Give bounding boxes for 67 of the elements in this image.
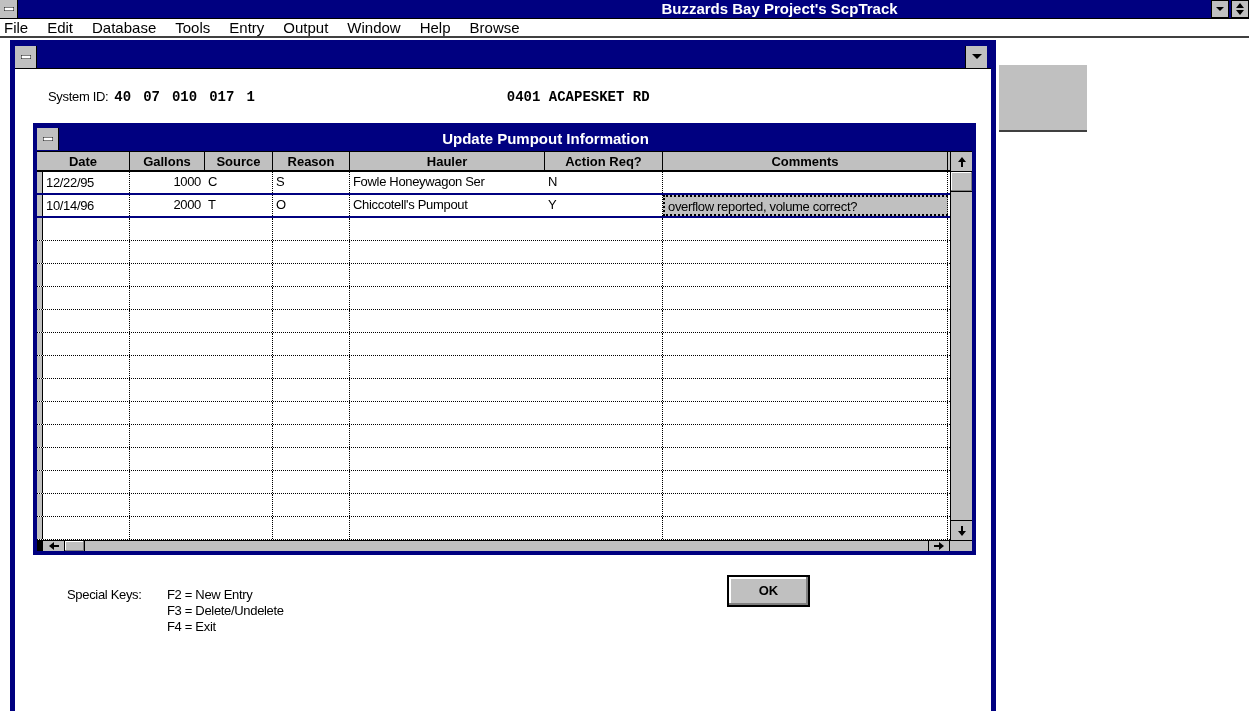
menu-item[interactable]: Help [419,18,451,37]
row-selector[interactable] [37,264,43,286]
row-selector[interactable] [37,287,43,309]
scroll-thumb[interactable] [65,541,85,551]
column-header[interactable]: Action Req? [545,152,663,170]
column-header[interactable]: Gallons [130,152,205,170]
menu-item[interactable]: Edit [47,18,74,37]
row-selector[interactable] [37,402,43,424]
dialog-title: Update Pumpout Information [441,128,650,149]
menu-item[interactable]: Entry [229,18,265,37]
column-header[interactable]: Hauler [350,152,545,170]
vertical-scrollbar[interactable] [950,152,972,540]
ok-button[interactable]: OK [727,575,810,607]
table-cell: N [545,172,663,193]
id-value: 017 [209,88,235,107]
restore-icon[interactable] [1231,0,1249,18]
id-value: 40 [114,88,132,107]
row-selector[interactable] [37,517,43,539]
column-header[interactable]: Date [37,152,130,170]
column-header[interactable]: Comments [663,152,948,170]
window-title: Buzzards Bay Project's ScpTrack [660,0,899,18]
table-cell-text: Fowle Honeywagon Ser [352,173,486,191]
row-selector[interactable] [37,310,43,332]
row-selector[interactable] [37,471,43,493]
row-selector[interactable] [37,425,43,447]
table-cell-text: 2000 [172,196,202,214]
scroll-thumb[interactable] [951,172,972,192]
table-cell-text: 10/14/96 [45,197,94,215]
row-selector[interactable] [37,494,43,516]
table-cell: O [273,195,350,216]
menu-item[interactable]: Output [283,18,329,37]
row-selector[interactable] [37,379,43,401]
minimize-icon[interactable] [1211,0,1229,18]
table-cell: T [205,195,273,216]
id-value: 07 [143,88,160,107]
special-keys-label: Special Keys: [67,587,143,604]
row-selector[interactable] [37,448,43,470]
system-menu-icon[interactable] [37,128,59,150]
scroll-right-icon[interactable] [928,541,950,551]
address-value: 0401 ACAPESKET RD [506,88,650,107]
row-selector[interactable] [37,218,43,240]
column-header[interactable]: Reason [273,152,350,170]
table-cell-text: Chiccotell's Pumpout [352,196,469,214]
shortcut-text: F2 = New Entry [167,587,254,603]
id-value: 010 [171,88,198,107]
system-menu-icon[interactable] [15,45,37,68]
shortcut-text: F3 = Delete/Undelete [167,603,285,619]
column-header[interactable]: Source [205,152,273,170]
table-cell-text: 12/22/95 [45,174,94,192]
menu-item[interactable]: Tools [175,18,211,37]
table-cell: overflow reported, volume correct? [663,195,948,216]
table-cell: C [205,172,273,193]
table-cell: S [273,172,350,193]
row-selector[interactable] [37,172,43,193]
table-cell-text: 1000 [172,173,202,191]
row-selector[interactable] [37,356,43,378]
menu-item[interactable]: Database [92,18,157,37]
id-value: 1 [246,88,255,107]
menu-item[interactable]: Browse [469,18,520,37]
row-selector[interactable] [37,241,43,263]
menu-item[interactable]: File [4,18,29,37]
row-selector[interactable] [37,333,43,355]
menu-item[interactable]: Window [347,18,401,37]
shortcut-text: F4 = Exit [167,619,217,635]
row-selector[interactable] [37,195,43,216]
system-menu-icon[interactable] [0,0,18,18]
field-label: System ID: [48,88,109,106]
